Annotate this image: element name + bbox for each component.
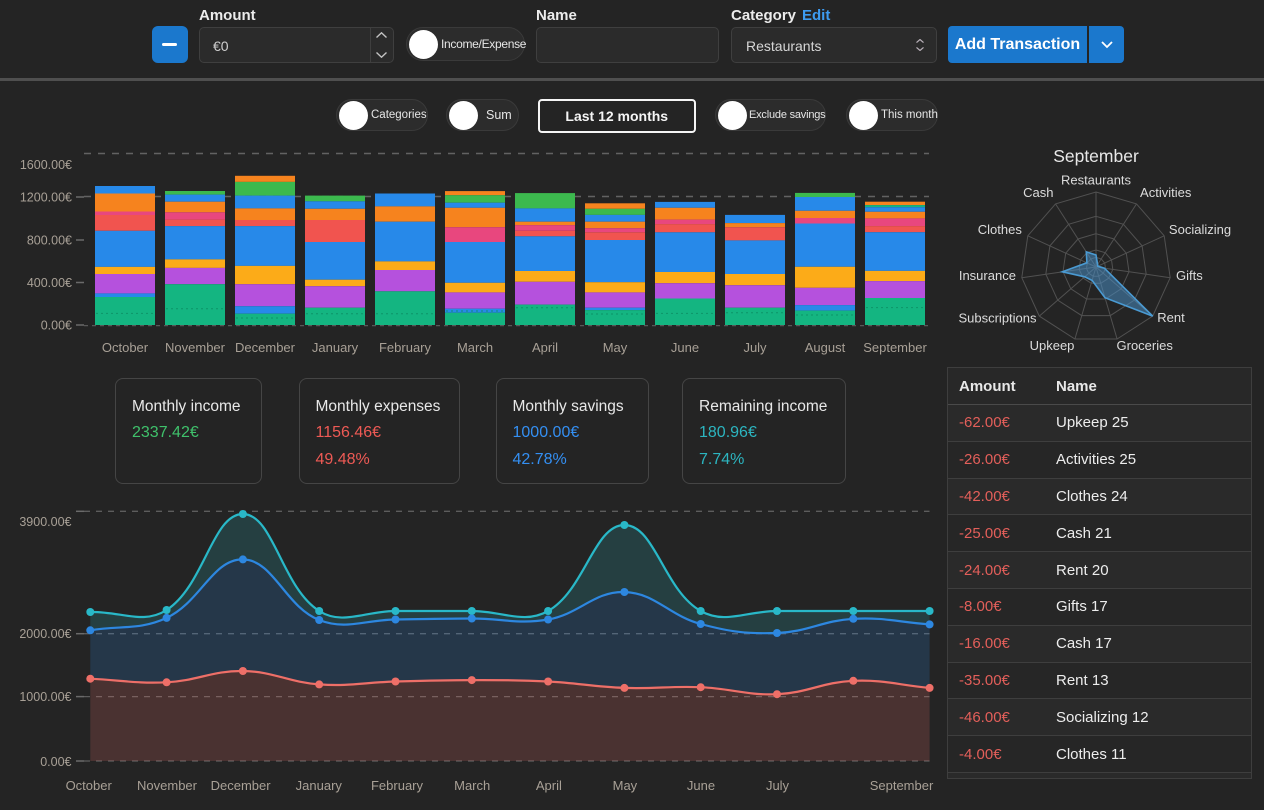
svg-text:Insurance: Insurance — [959, 268, 1016, 283]
svg-text:May: May — [613, 778, 638, 793]
svg-text:September: September — [1053, 146, 1139, 166]
svg-text:December: December — [211, 778, 272, 793]
svg-text:Cash: Cash — [1023, 185, 1053, 200]
svg-text:Rent: Rent — [1157, 310, 1185, 325]
svg-text:Gifts: Gifts — [1176, 268, 1203, 283]
svg-text:September: September — [870, 778, 934, 793]
svg-text:Subscriptions: Subscriptions — [958, 311, 1037, 326]
svg-text:2000.00€: 2000.00€ — [19, 627, 71, 641]
svg-text:Restaurants: Restaurants — [1061, 172, 1132, 187]
svg-text:Activities: Activities — [1140, 185, 1192, 200]
svg-text:3900.00€: 3900.00€ — [19, 515, 71, 529]
svg-text:Groceries: Groceries — [1117, 338, 1174, 353]
svg-text:November: November — [137, 778, 198, 793]
svg-text:March: March — [454, 778, 490, 793]
svg-text:July: July — [766, 778, 790, 793]
svg-text:Upkeep: Upkeep — [1030, 338, 1075, 353]
svg-text:October: October — [66, 778, 113, 793]
svg-text:1000.00€: 1000.00€ — [19, 690, 71, 704]
svg-text:Socializing: Socializing — [1169, 222, 1231, 237]
svg-text:June: June — [687, 778, 715, 793]
svg-text:Clothes: Clothes — [978, 222, 1023, 237]
svg-text:January: January — [296, 778, 343, 793]
svg-text:April: April — [536, 778, 562, 793]
svg-text:0.00€: 0.00€ — [40, 755, 71, 769]
svg-text:February: February — [371, 778, 424, 793]
